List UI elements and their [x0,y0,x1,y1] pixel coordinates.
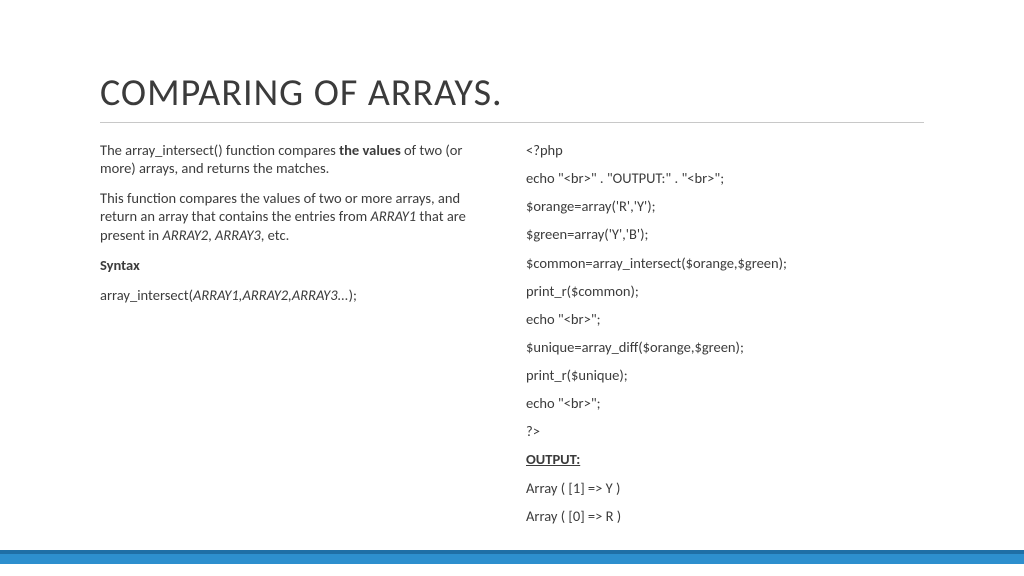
output-line: Array ( [0] => R ) [526,507,924,525]
slide: COMPARING OF ARRAYS. The array_intersect… [0,0,1024,576]
text: The array_intersect() function compares [100,141,339,159]
text-italic: ARRAY1,ARRAY2,ARRAY3... [193,286,349,304]
output-heading: OUTPUT: [526,450,924,468]
footer-accent-bar [0,550,1024,564]
intro-paragraph-2: This function compares the values of two… [100,189,498,243]
text-bold: Syntax [100,256,140,274]
code-line: $orange=array('R','Y'); [526,197,924,215]
code-line: $green=array('Y','B'); [526,225,924,243]
right-column: <?php echo "<br>" . "OUTPUT:" . "<br>"; … [526,141,924,535]
content-columns: The array_intersect() function compares … [100,141,924,535]
text-italic: ARRAY1 [370,207,416,225]
code-line: echo "<br>" . "OUTPUT:" . "<br>"; [526,169,924,187]
text-bold: the values [339,141,401,159]
code-line: echo "<br>"; [526,394,924,412]
text-italic: ARRAY3 [215,226,261,244]
footer-bar-bottom [0,554,1024,564]
text: , etc. [261,226,290,244]
output-line: Array ( [1] => Y ) [526,479,924,497]
code-line: ?> [526,422,924,440]
syntax-line: array_intersect(ARRAY1,ARRAY2,ARRAY3...)… [100,286,498,304]
code-line: $unique=array_diff($orange,$green); [526,338,924,356]
text: , [208,226,215,244]
text: ); [349,286,357,304]
slide-title: COMPARING OF ARRAYS. [100,70,924,123]
intro-paragraph-1: The array_intersect() function compares … [100,141,498,177]
text-italic: ARRAY2 [162,226,208,244]
code-line: print_r($unique); [526,366,924,384]
text-bold-underline: OUTPUT: [526,450,580,468]
code-line: $common=array_intersect($orange,$green); [526,254,924,272]
code-line: print_r($common); [526,282,924,300]
text: array_intersect( [100,286,193,304]
left-column: The array_intersect() function compares … [100,141,498,535]
syntax-heading: Syntax [100,256,498,274]
code-line: echo "<br>"; [526,310,924,328]
code-line: <?php [526,141,924,159]
